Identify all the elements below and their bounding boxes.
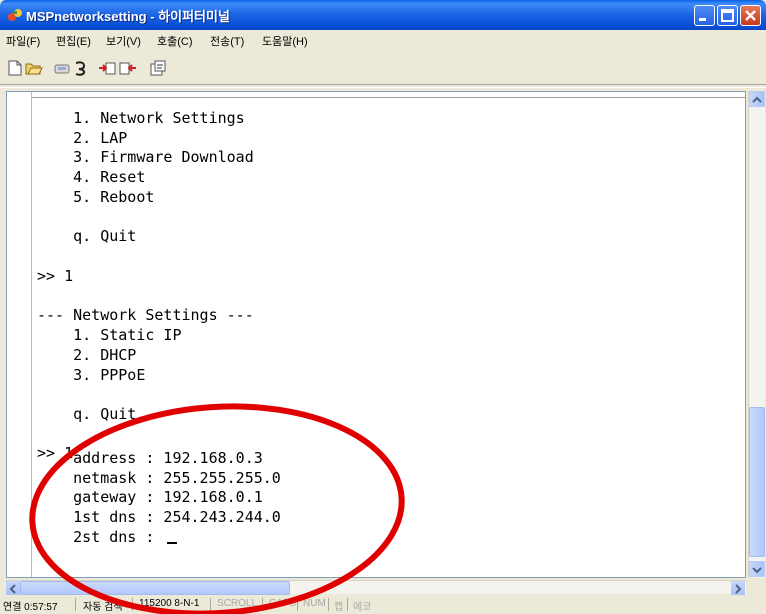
- status-separator: [297, 598, 298, 611]
- vertical-scroll-thumb[interactable]: [749, 407, 765, 557]
- open-folder-icon[interactable]: [25, 60, 43, 76]
- status-caps: CAPS: [269, 598, 297, 609]
- menu-view[interactable]: 보기(V): [106, 33, 141, 49]
- status-echo: 에코: [353, 602, 372, 613]
- terminal-line: --- Network Settings ---: [37, 306, 254, 324]
- terminal-line: >> 1: [37, 267, 74, 285]
- close-button[interactable]: [740, 5, 761, 26]
- chevron-up-icon: [752, 96, 762, 103]
- toolbar-separator: [0, 84, 766, 88]
- terminal-line: netmask : 255.255.255.0: [37, 469, 281, 487]
- menu-bar: 파일(F) 편집(E) 보기(V) 호출(C) 전송(T) 도움말(H): [0, 30, 766, 49]
- vertical-scrollbar[interactable]: [748, 91, 765, 578]
- hyperterminal-app-icon: [8, 9, 22, 21]
- terminal-line: 1. Network Settings: [37, 109, 245, 127]
- title-bar[interactable]: MSPnetworksetting - 하이퍼터미널: [0, 0, 766, 30]
- status-port-params: 115200 8-N-1: [139, 598, 200, 609]
- menu-transfer[interactable]: 전송(T): [210, 33, 244, 49]
- menu-file[interactable]: 파일(F): [6, 33, 40, 49]
- status-num: NUM: [303, 598, 326, 609]
- status-bar: 연결 0:57:57 자동 검색 115200 8-N-1 SCROLL CAP…: [0, 596, 766, 614]
- terminal-line: 3. Firmware Download: [37, 148, 254, 166]
- scroll-right-button[interactable]: [731, 581, 745, 595]
- new-file-icon[interactable]: [8, 60, 22, 76]
- horizontal-scroll-thumb[interactable]: [20, 581, 290, 595]
- terminal-line: 4. Reset: [37, 168, 146, 186]
- status-separator: [262, 598, 263, 611]
- terminal-line: 2st dns :: [37, 528, 164, 546]
- menu-help[interactable]: 도움말(H): [262, 33, 308, 49]
- terminal-line: 5. Reboot: [37, 188, 155, 206]
- terminal-line: 1st dns : 254.243.244.0: [37, 508, 281, 526]
- status-capture: 캡: [334, 602, 344, 613]
- properties-icon[interactable]: [150, 60, 166, 76]
- receive-icon[interactable]: [119, 60, 137, 76]
- minimize-icon: [699, 18, 706, 21]
- terminal-line: 2. LAP: [37, 129, 128, 147]
- status-separator: [347, 598, 348, 611]
- terminal-top-rule: [31, 97, 745, 98]
- menu-call[interactable]: 호출(C): [157, 33, 193, 49]
- terminal-line: 3. PPPoE: [37, 366, 146, 384]
- window-title: MSPnetworksetting - 하이퍼터미널: [26, 9, 230, 24]
- status-auto-detect: 자동 검색: [83, 602, 123, 613]
- chevron-right-icon: [735, 584, 742, 594]
- scroll-down-button[interactable]: [749, 561, 765, 577]
- terminal-screen[interactable]: 1. Network Settings 2. LAP 3. Firmware D…: [6, 91, 746, 578]
- chevron-left-icon: [9, 584, 16, 594]
- status-connection-time: 연결 0:57:57: [3, 602, 58, 613]
- toolbar: [0, 49, 766, 85]
- chevron-down-icon: [752, 567, 762, 574]
- terminal-line: 1. Static IP: [37, 326, 182, 344]
- hyperterminal-window: MSPnetworksetting - 하이퍼터미널 파일(F) 편집(E) 보…: [0, 0, 766, 614]
- minimize-button[interactable]: [694, 5, 715, 26]
- status-separator: [328, 598, 329, 611]
- horizontal-scrollbar[interactable]: [6, 580, 746, 595]
- maximize-icon: [721, 9, 734, 22]
- status-scroll: SCROLL: [217, 598, 258, 609]
- send-icon[interactable]: [98, 60, 116, 76]
- status-separator: [210, 598, 211, 611]
- terminal-margin-line: [31, 92, 32, 577]
- disconnect-icon[interactable]: [73, 60, 87, 76]
- terminal-line: address : 192.168.0.3: [37, 449, 263, 467]
- terminal-line: 2. DHCP: [37, 346, 137, 364]
- scroll-up-button[interactable]: [749, 91, 765, 107]
- terminal-line: gateway : 192.168.0.1: [37, 488, 263, 506]
- scroll-left-button[interactable]: [6, 581, 20, 595]
- status-separator: [132, 598, 133, 611]
- terminal-line: q. Quit: [37, 227, 137, 245]
- close-icon: [745, 10, 756, 21]
- terminal-prompt-line: 2st dns :: [37, 528, 178, 548]
- connect-icon[interactable]: [54, 60, 70, 76]
- status-separator: [75, 598, 76, 611]
- terminal-line: q. Quit: [37, 405, 137, 423]
- maximize-button[interactable]: [717, 5, 738, 26]
- menu-edit[interactable]: 편집(E): [56, 33, 91, 49]
- text-cursor: [167, 542, 178, 544]
